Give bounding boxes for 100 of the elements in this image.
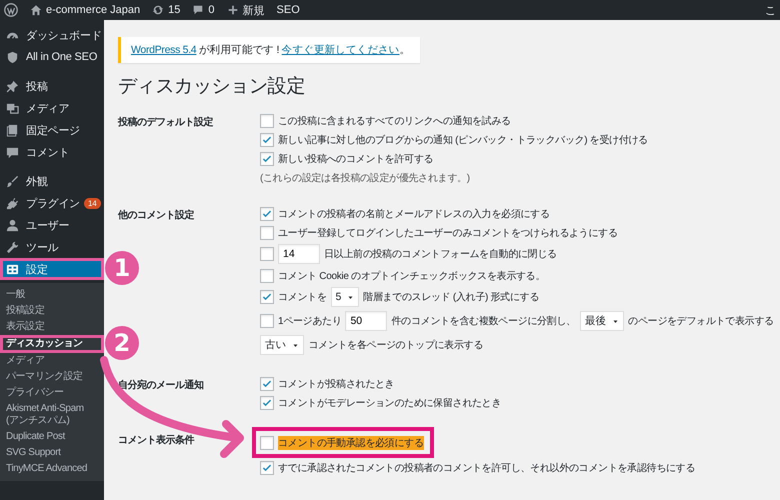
caret-icon [292, 342, 300, 348]
checkbox[interactable] [260, 114, 274, 128]
option-label: 階層までのスレッド (入れ子) 形式にする [363, 290, 539, 304]
checkbox[interactable] [260, 460, 274, 474]
checkbox[interactable] [260, 206, 274, 220]
shield-icon [6, 50, 19, 64]
menu-label: 投稿 [26, 80, 48, 94]
option-label: 日以上前の投稿のコメントフォームを自動的に閉じる [324, 248, 557, 261]
checkbox[interactable] [260, 226, 274, 240]
submenu-item[interactable]: Akismet Anti-Spam (アンチスパム) [0, 401, 104, 429]
menu-item[interactable]: 固定ページ [0, 119, 104, 141]
submenu-item[interactable]: 一般 [0, 287, 104, 303]
option-label: コメント Cookie のオプトインチェックボックスを表示する。 [278, 270, 546, 282]
menu-label: 設定 [26, 262, 48, 276]
submenu-item[interactable]: 投稿設定 [0, 303, 104, 319]
section-label: 他のコメント設定 [118, 208, 194, 222]
menu-label: ダッシュボード [26, 28, 102, 42]
checkbox[interactable] [260, 436, 274, 450]
checkbox[interactable] [260, 290, 274, 304]
option-label: この投稿に含まれるすべてのリンクへの通知を試みる [278, 114, 511, 128]
select-dropdown[interactable]: 5 [330, 287, 360, 307]
notice-text: が利用可能です ! [198, 44, 280, 56]
version-link[interactable]: WordPress 5.4 [131, 44, 196, 56]
seo-link[interactable]: SEO [276, 4, 300, 16]
speech-bubble-icon [6, 146, 19, 158]
checkbox[interactable] [260, 314, 274, 328]
submenu-item[interactable]: ディスカッション [0, 335, 104, 353]
select-dropdown[interactable]: 最後 [580, 311, 624, 331]
section-label: 投稿のデフォルト設定 [118, 115, 213, 129]
menu-item[interactable]: メディア [0, 97, 104, 119]
checkbox[interactable] [260, 132, 274, 146]
option-label: 件のコメントを含む複数ページに分割し、 [391, 314, 576, 328]
option-label: コメントがモデレーションのために保留されたとき [278, 396, 502, 410]
plug-icon [6, 196, 19, 210]
select-value: 古い [265, 338, 286, 352]
new-link[interactable]: 新規 [226, 2, 265, 18]
menu-item[interactable]: プラグイン 14 [0, 192, 104, 214]
submenu-item[interactable]: パーマリンク設定 [0, 369, 104, 385]
checkbox[interactable] [260, 268, 274, 282]
number-field[interactable]: 14 [278, 244, 320, 264]
count-badge: 14 [84, 198, 101, 208]
menu-label: 外観 [26, 174, 48, 188]
checkmark-icon [262, 208, 272, 218]
option-label: コメントの手動承認を必須にする [278, 436, 424, 450]
menu-item[interactable]: 外観 [0, 170, 104, 192]
comments-link[interactable]: 0 [192, 4, 215, 16]
select-dropdown[interactable]: 古い [260, 335, 304, 355]
menu-label: 固定ページ [26, 124, 80, 138]
menu-label: ツール [26, 240, 58, 254]
submenu-item[interactable]: Duplicate Post [0, 429, 104, 445]
menu-item[interactable]: 設定 [0, 258, 104, 280]
option-label: コメントが投稿されたとき [278, 378, 394, 390]
updates-link[interactable]: 15 [152, 4, 180, 16]
logo-icon[interactable] [4, 3, 18, 17]
caret-icon [347, 294, 354, 300]
number-field[interactable]: 50 [345, 311, 388, 331]
pushpin-icon [6, 80, 19, 92]
menu-label: ユーザー [26, 218, 70, 232]
menu-item[interactable]: 投稿 [0, 75, 104, 97]
select-value: 最後 [584, 314, 606, 328]
option-label: 新しい投稿へのコメントを許可する [278, 152, 434, 166]
checkmark-icon [262, 292, 272, 302]
menu-item[interactable]: コメント [0, 141, 104, 163]
menu-item[interactable]: ダッシュボード [0, 24, 104, 46]
step-number: 1 [105, 251, 139, 285]
option-label: コメントの投稿者の名前とメールアドレスの入力を必須にする [278, 208, 550, 220]
refresh-icon [152, 4, 164, 16]
step-number: 2 [105, 326, 139, 360]
caret-icon [612, 318, 620, 324]
submenu-item[interactable]: SVG Support [0, 445, 104, 461]
page-title: ディスカッション設定 [118, 75, 306, 99]
menu-label: メディア [26, 102, 70, 116]
person-icon [6, 218, 19, 232]
menu-label: All in One SEO [26, 51, 98, 63]
speech-bubble-icon [192, 4, 204, 16]
update-link[interactable]: 今すぐ更新してください [282, 44, 400, 56]
menu-item[interactable]: ユーザー [0, 214, 104, 236]
select-value: 5 [336, 291, 342, 303]
note-text: (これらの設定は各投稿の設定が優先されます。) [260, 172, 470, 184]
submenu-item[interactable]: プライバシー [0, 385, 104, 401]
pages-icon [6, 124, 19, 136]
menu-item[interactable]: ツール [0, 236, 104, 258]
option-label: のページをデフォルトで表示する [628, 314, 774, 328]
notice-end: 。 [399, 44, 410, 56]
site-link[interactable]: e-commerce Japan [30, 4, 140, 16]
checkbox[interactable] [260, 247, 274, 261]
submenu-item[interactable]: 表示設定 [0, 319, 104, 335]
menu-item[interactable]: All in One SEO [0, 46, 104, 68]
submenu-item[interactable]: TinyMCE Advanced [0, 461, 104, 477]
media-icon [6, 102, 19, 114]
menu-label: コメント [26, 146, 70, 160]
checkmark-icon [262, 462, 272, 472]
submenu-item[interactable]: メディア [0, 353, 104, 369]
checkbox[interactable] [260, 396, 274, 410]
wrench-icon [6, 240, 19, 254]
checkbox[interactable] [260, 376, 274, 390]
menu-label: プラグイン [26, 196, 80, 210]
plus-icon [226, 4, 239, 16]
brush-icon [6, 174, 19, 188]
checkbox[interactable] [260, 152, 274, 166]
